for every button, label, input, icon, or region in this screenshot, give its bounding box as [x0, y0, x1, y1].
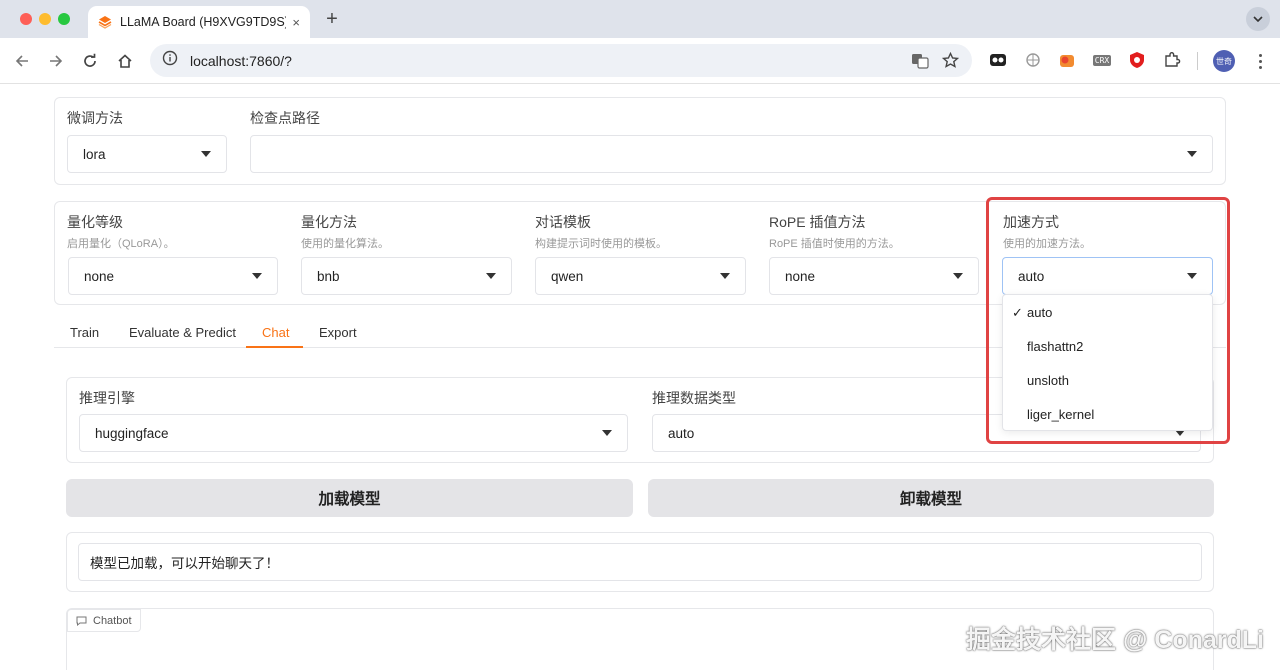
caret-down-icon: [953, 273, 963, 279]
home-icon: [118, 54, 132, 68]
tab-close-icon[interactable]: ×: [292, 15, 300, 30]
booster-options-menu: ✓ auto flashattn2 unsloth liger_kernel: [1002, 294, 1213, 431]
new-tab-button[interactable]: +: [322, 8, 342, 31]
unload-model-button[interactable]: 卸载模型: [648, 479, 1214, 517]
tab-export[interactable]: Export: [319, 325, 357, 340]
url-text: localhost:7860/?: [190, 52, 292, 69]
finetune-method-label: 微调方法: [67, 110, 123, 126]
browser-tab-strip: LLaMA Board (H9XVG9TD9S) × +: [0, 0, 1280, 38]
caret-down-icon: [201, 151, 211, 157]
extension-red-shield-icon[interactable]: [1127, 50, 1147, 70]
booster-value: auto: [1018, 268, 1045, 284]
booster-dropdown[interactable]: auto: [1002, 257, 1213, 295]
tab-title: LLaMA Board (H9XVG9TD9S): [120, 15, 287, 29]
quant-level-info: 启用量化（QLoRA）。: [67, 238, 175, 250]
window-close-button[interactable]: [20, 13, 32, 25]
site-info-icon[interactable]: [162, 50, 178, 71]
booster-option-liger-kernel[interactable]: liger_kernel: [1027, 407, 1094, 422]
checkpoint-path-label: 检查点路径: [250, 110, 320, 126]
reload-button[interactable]: [80, 51, 100, 71]
finetune-method-dropdown[interactable]: lora: [67, 135, 227, 173]
back-button[interactable]: [12, 51, 32, 71]
load-model-button[interactable]: 加载模型: [66, 479, 633, 517]
active-tab-indicator: [246, 346, 303, 348]
chatbot-label-text: Chatbot: [93, 614, 132, 627]
checkpoint-path-dropdown[interactable]: [250, 135, 1213, 173]
rope-scaling-info: RoPE 插值时使用的方法。: [769, 238, 900, 250]
reload-icon: [84, 53, 96, 67]
tab-evaluate-predict[interactable]: Evaluate & Predict: [129, 325, 236, 340]
rope-scaling-dropdown[interactable]: none: [769, 257, 979, 295]
extension-globe-icon[interactable]: [1023, 50, 1043, 70]
tab-chat[interactable]: Chat: [262, 325, 289, 340]
quant-level-label: 量化等级: [67, 214, 123, 230]
quant-method-info: 使用的量化算法。: [301, 238, 389, 250]
infer-backend-dropdown[interactable]: huggingface: [79, 414, 628, 452]
browser-tab[interactable]: LLaMA Board (H9XVG9TD9S) ×: [88, 6, 310, 38]
quant-level-value: none: [84, 268, 115, 284]
chat-template-info: 构建提示词时使用的模板。: [535, 238, 667, 250]
arrow-left-icon: [15, 55, 28, 67]
chatbot-label: Chatbot: [67, 609, 141, 632]
gradio-favicon-icon: [98, 15, 112, 29]
rope-scaling-value: none: [785, 268, 816, 284]
caret-down-icon: [1187, 151, 1197, 157]
chevron-down-icon: [1253, 16, 1263, 22]
home-button[interactable]: [115, 51, 135, 71]
extensions-puzzle-icon[interactable]: [1162, 50, 1182, 70]
arrow-right-icon: [50, 55, 63, 67]
address-bar[interactable]: localhost:7860/?: [150, 44, 972, 77]
infer-backend-value: huggingface: [95, 425, 169, 441]
bookmark-star-icon[interactable]: [940, 51, 960, 71]
quant-method-label: 量化方法: [301, 214, 357, 230]
caret-down-icon: [486, 273, 496, 279]
quant-method-dropdown[interactable]: bnb: [301, 257, 512, 295]
finetune-method-value: lora: [83, 146, 106, 162]
browser-toolbar: localhost:7860/? CRX 世奇: [0, 38, 1280, 84]
watermark: 掘金技术社区 @ ConardLi: [966, 626, 1264, 654]
translate-icon[interactable]: [910, 51, 930, 71]
chat-template-label: 对话模板: [535, 214, 591, 230]
booster-option-unsloth[interactable]: unsloth: [1027, 373, 1069, 388]
browser-menu-icon[interactable]: [1252, 50, 1268, 72]
caret-down-icon: [1187, 273, 1197, 279]
toolbar-separator: [1197, 52, 1198, 70]
booster-option-auto[interactable]: auto: [1027, 305, 1052, 320]
caret-down-icon: [252, 273, 262, 279]
caret-down-icon: [720, 273, 730, 279]
status-textbox[interactable]: 模型已加载，可以开始聊天了！: [78, 543, 1202, 581]
chat-bubble-icon: [76, 616, 87, 626]
infer-backend-label: 推理引擎: [79, 390, 135, 406]
extension-crx-icon[interactable]: CRX: [1092, 50, 1112, 70]
caret-down-icon: [602, 430, 612, 436]
forward-button[interactable]: [46, 51, 66, 71]
chat-template-dropdown[interactable]: qwen: [535, 257, 746, 295]
quant-level-dropdown[interactable]: none: [68, 257, 278, 295]
extension-glasses-icon[interactable]: [988, 50, 1008, 70]
quant-method-value: bnb: [317, 268, 340, 284]
booster-option-flashattn2[interactable]: flashattn2: [1027, 339, 1083, 354]
tab-train[interactable]: Train: [70, 325, 99, 340]
tab-search-button[interactable]: [1246, 7, 1270, 31]
booster-label: 加速方式: [1003, 214, 1059, 230]
window-zoom-button[interactable]: [58, 13, 70, 25]
extension-orange-icon[interactable]: [1057, 50, 1077, 70]
rope-scaling-label: RoPE 插值方法: [769, 214, 866, 230]
profile-avatar[interactable]: 世奇: [1213, 50, 1235, 72]
infer-dtype-label: 推理数据类型: [652, 390, 736, 406]
chat-template-value: qwen: [551, 268, 584, 284]
selected-check-icon: ✓: [1012, 305, 1023, 320]
window-minimize-button[interactable]: [39, 13, 51, 25]
booster-info: 使用的加速方法。: [1003, 238, 1091, 250]
